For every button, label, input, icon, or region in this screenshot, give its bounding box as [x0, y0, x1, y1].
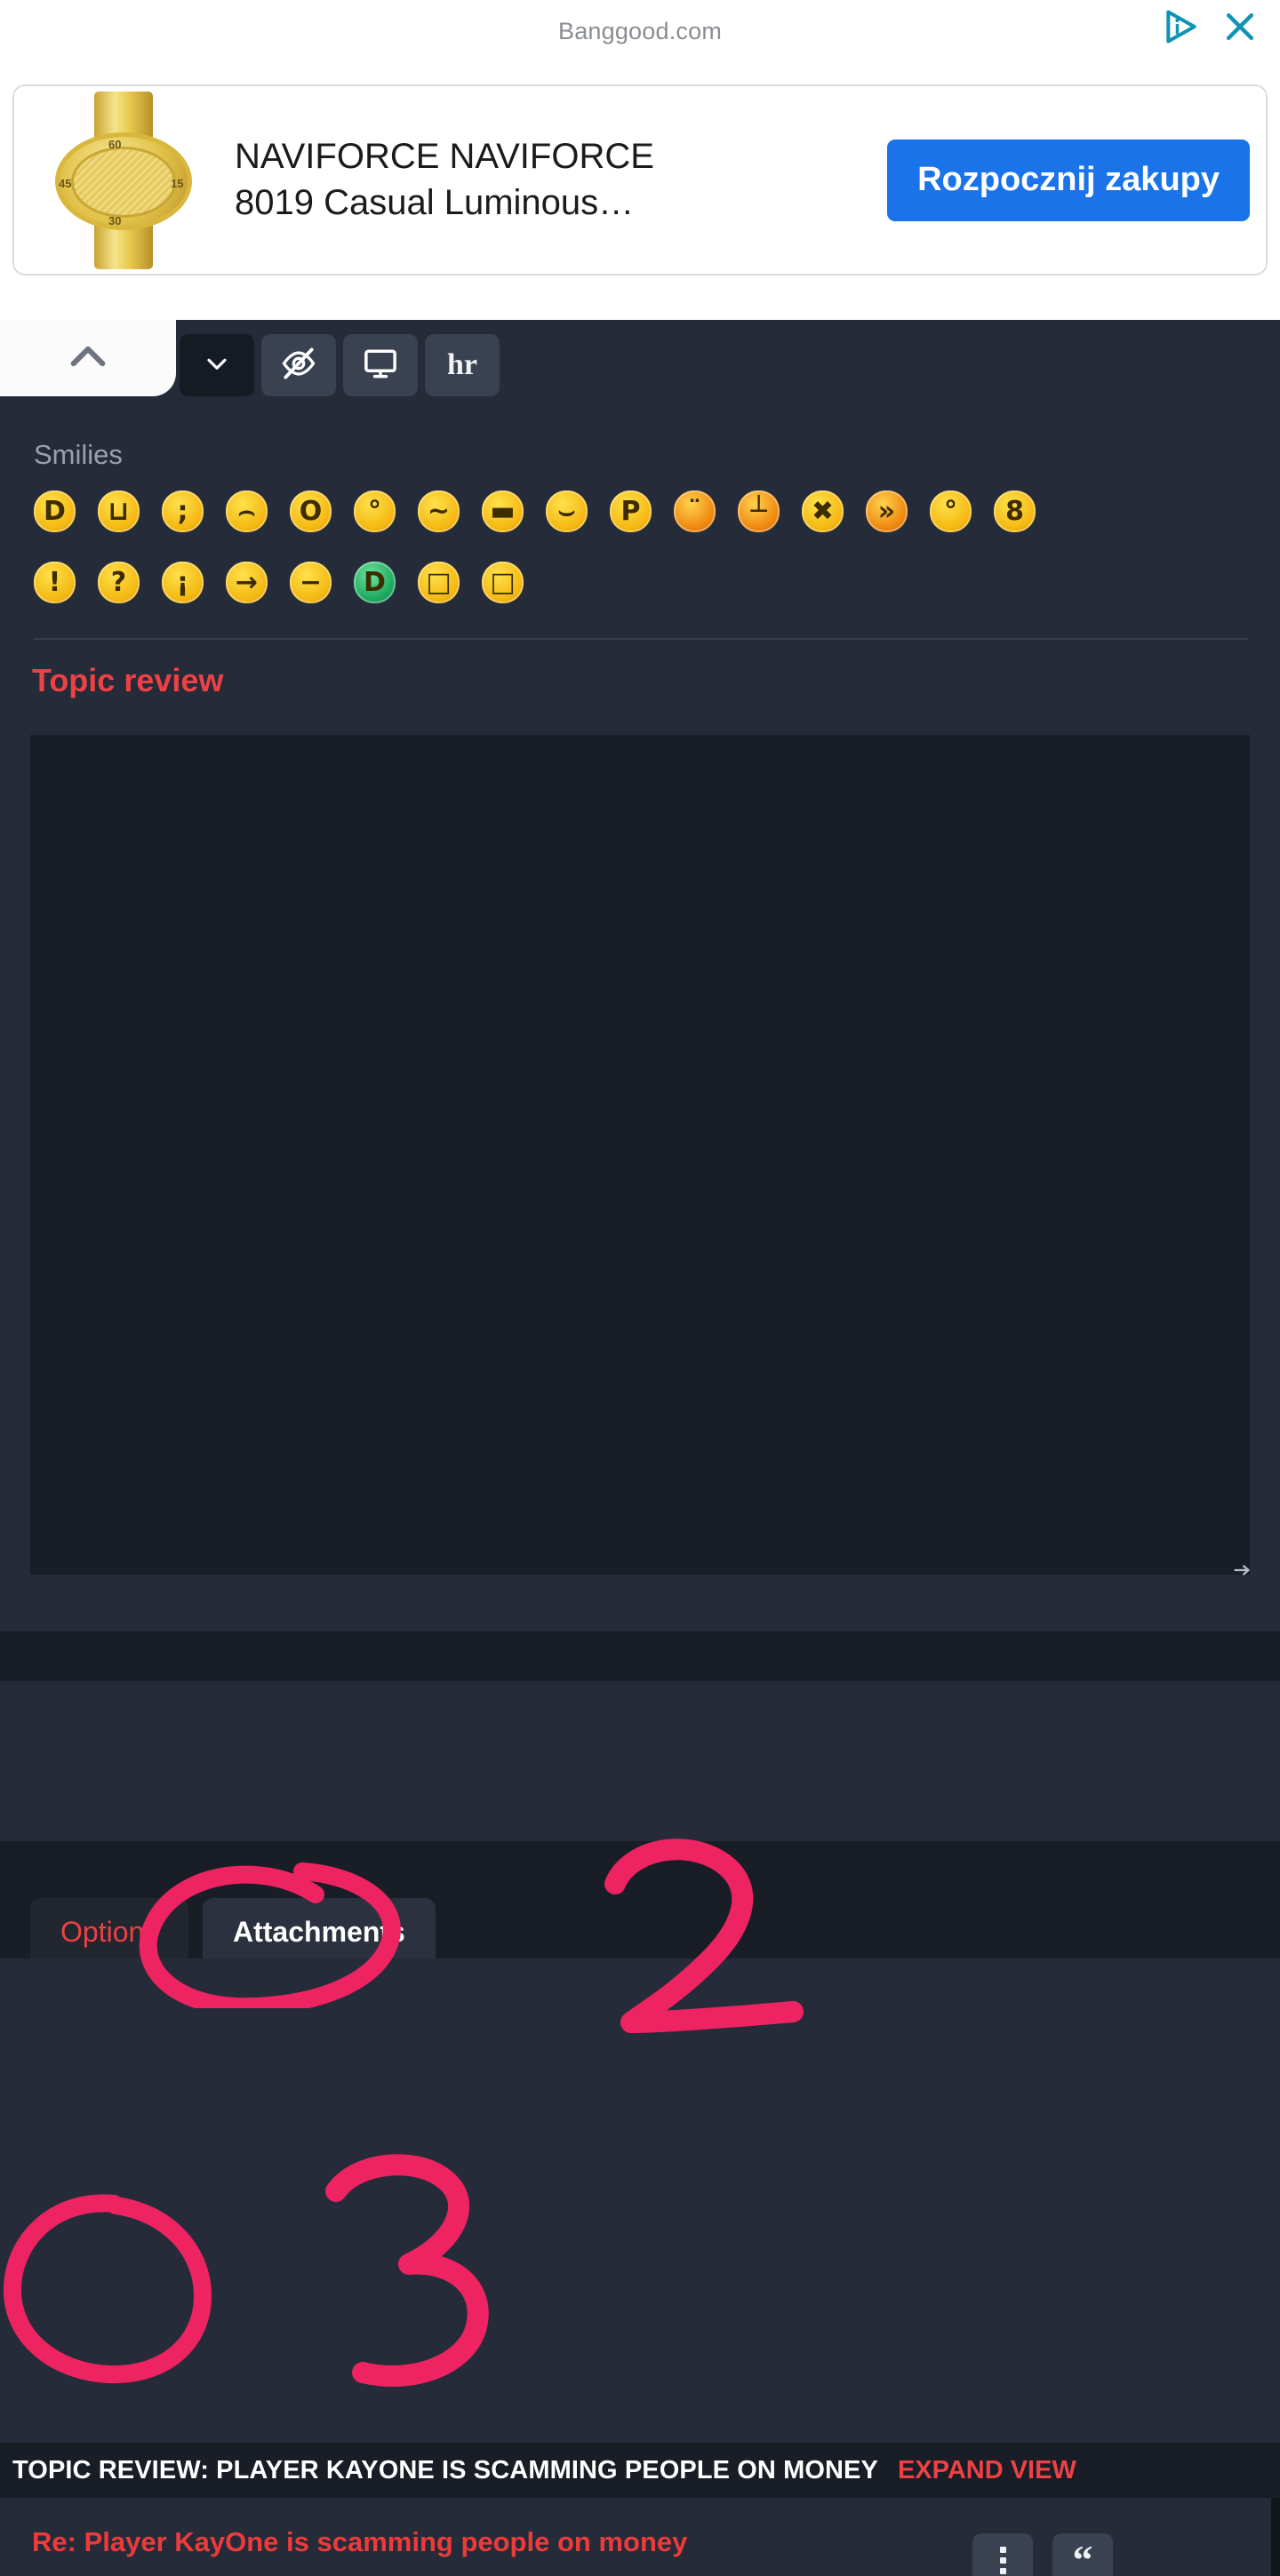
smiley-redface[interactable]: ¨ — [674, 490, 716, 532]
monitor-icon — [361, 344, 400, 387]
smiley-twisted[interactable]: » — [866, 490, 908, 532]
smiley-shocked[interactable]: ° — [354, 490, 396, 532]
ad-headline-line1: NAVIFORCE NAVIFORCE — [235, 137, 654, 177]
post-menu-button[interactable] — [972, 2533, 1033, 2576]
page-root: Banggood.com 60 45 15 30 NAVIFORCE NAVIF… — [0, 0, 1280, 2576]
smiley-neutral[interactable]: − — [290, 562, 332, 603]
ad-product-image: 60 45 15 30 — [39, 91, 208, 269]
hr-button[interactable]: hr — [425, 334, 500, 396]
chevron-down-icon — [201, 347, 233, 384]
smiley-ugeek[interactable]: □ — [482, 562, 524, 603]
ad-collapse-button[interactable] — [0, 320, 176, 396]
watch-mark-45: 45 — [59, 176, 72, 190]
eye-slash-code-icon — [279, 344, 318, 387]
chevron-up-icon — [63, 331, 113, 386]
smilies-label: Smilies — [34, 439, 123, 470]
editor-toolbar-row: hr — [0, 320, 1280, 396]
expand-view-link[interactable]: EXPAND VIEW — [898, 2456, 1076, 2485]
ad-source-label: Banggood.com — [557, 18, 723, 44]
smiley-razz[interactable]: P — [610, 490, 652, 532]
post-quote-button[interactable]: “ — [1052, 2533, 1113, 2576]
smiley-sad[interactable]: ⌢ — [226, 490, 268, 532]
watch-mark-30: 30 — [108, 213, 122, 227]
spoiler-button[interactable] — [261, 334, 336, 396]
smiley-grin[interactable]: ⊔ — [98, 490, 140, 532]
smiley-evil[interactable]: ✖ — [802, 490, 844, 532]
ad-cta-button[interactable]: Rozpocznij zakupy — [887, 139, 1250, 221]
ad-text-block: NAVIFORCE NAVIFORCE 8019 Casual Luminous… — [235, 134, 887, 225]
post-title[interactable]: Re: Player KayOne is scamming people on … — [32, 2526, 687, 2558]
smilies-divider — [34, 638, 1248, 640]
hr-icon: hr — [447, 348, 477, 381]
smiley-rolleyes[interactable]: ° — [930, 490, 972, 532]
smiley-question[interactable]: ? — [98, 562, 140, 603]
attachments-panel: If you wish to attach one or more files … — [0, 1958, 1280, 2443]
smiley-laughing[interactable]: ⌣ — [546, 490, 588, 532]
advertisement-banner: Banggood.com 60 45 15 30 NAVIFORCE NAVIF… — [0, 0, 1280, 331]
smiley-cry[interactable]: ┴ — [738, 490, 780, 532]
topic-review-bar-title: TOPIC REVIEW: PLAYER KAYONE IS SCAMMING … — [12, 2455, 878, 2484]
smiley-confused[interactable]: ~ — [418, 490, 460, 532]
tab-options[interactable]: Options — [30, 1898, 189, 1966]
close-icon[interactable] — [1220, 7, 1260, 46]
smilies-row-2: !? ¡ → − D □ □ — [34, 562, 524, 603]
topic-review-bar[interactable]: TOPIC REVIEW: PLAYER KAYONE IS SCAMMING … — [0, 2443, 1280, 2498]
watch-mark-60: 60 — [108, 137, 122, 151]
adchoices-icon[interactable] — [1161, 7, 1202, 46]
textarea-resize-handle[interactable] — [1232, 1562, 1252, 1578]
vertical-dots-icon — [999, 2546, 1006, 2574]
smiley-eek[interactable]: 8 — [994, 490, 1036, 532]
smilies-row-1: D ⊔; ⌢ O ° ~ ▬ ⌣ P ¨ ┴ ✖ » ° 8 — [34, 490, 1036, 532]
tabs-background-band — [0, 1841, 1280, 1958]
ad-card[interactable]: 60 45 15 30 NAVIFORCE NAVIFORCE 8019 Cas… — [12, 84, 1268, 275]
smiley-arrow[interactable]: → — [226, 562, 268, 603]
editor-footer-band — [0, 1631, 1280, 1681]
scrollbar-edge[interactable] — [1271, 2498, 1280, 2576]
watch-mark-15: 15 — [171, 176, 184, 190]
message-textarea[interactable] — [30, 735, 1250, 1575]
font-size-select[interactable] — [180, 334, 254, 396]
topic-review-heading: Topic review — [32, 662, 224, 698]
smiley-wink[interactable]: ; — [162, 490, 204, 532]
editor-actions-bar: Save quick draft Load quick draft Previe… — [0, 1681, 1280, 1841]
ad-top-bar: Banggood.com — [0, 0, 1280, 55]
smiley-geek[interactable]: □ — [418, 562, 460, 603]
smiley-mrgreen[interactable]: D — [354, 562, 396, 603]
ad-headline-line2: 8019 Casual Luminous… — [235, 182, 635, 222]
smiley-cool[interactable]: ▬ — [482, 490, 524, 532]
tab-attachments[interactable]: Attachments — [203, 1898, 436, 1966]
smiley-biggrin[interactable]: D — [34, 490, 76, 532]
smiley-idea[interactable]: ¡ — [162, 562, 204, 603]
smiley-surprised[interactable]: O — [290, 490, 332, 532]
quote-icon: “ — [1072, 2537, 1093, 2576]
monitor-button[interactable] — [343, 334, 418, 396]
smiley-exclaim[interactable]: ! — [34, 562, 76, 603]
